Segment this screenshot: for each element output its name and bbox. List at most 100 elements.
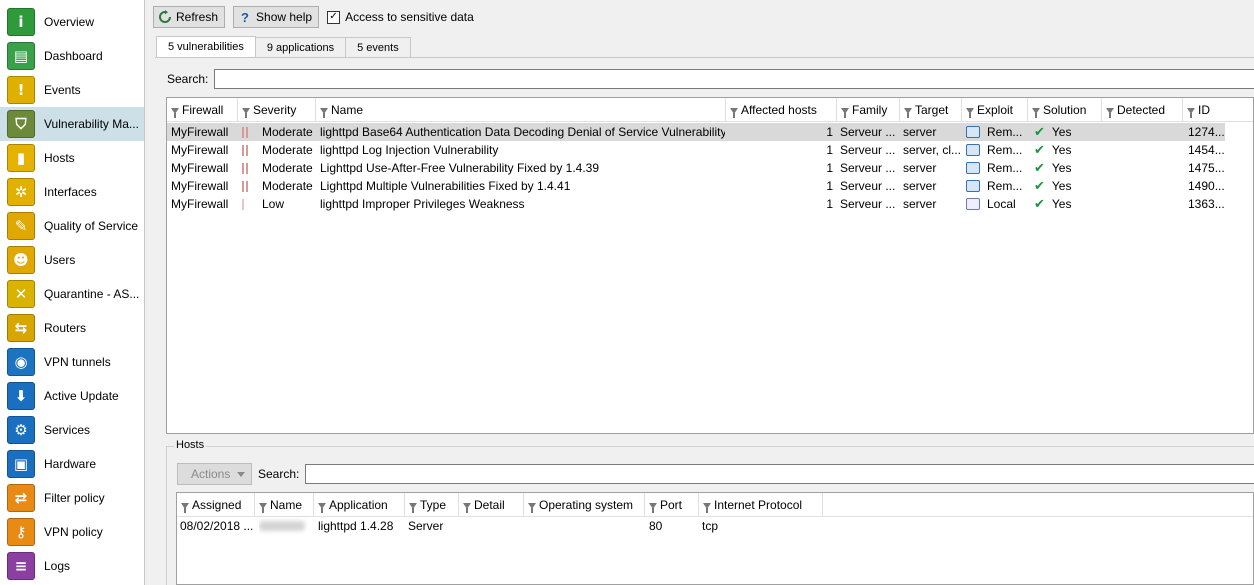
column-header[interactable]: Type — [405, 493, 459, 517]
filter-icon[interactable] — [409, 503, 417, 513]
sidebar-item-label: Hosts — [44, 151, 75, 165]
filter-icon[interactable] — [181, 503, 189, 513]
table-row[interactable]: MyFirewall Moderate Lighttpd Use-After-Fre… — [167, 159, 1225, 177]
sensitive-data-toggle[interactable]: ✓ Access to sensitive data — [327, 10, 474, 24]
sidebar-item[interactable]: ✎ Quality of Service — [0, 209, 144, 243]
cell-name: lighttpd Base64 Authentication Data Deco… — [320, 123, 725, 141]
column-header[interactable]: Family — [837, 98, 900, 122]
filter-icon[interactable] — [1106, 108, 1114, 118]
column-header-label: Affected hosts — [741, 103, 817, 117]
sidebar-item[interactable]: ⇆ Routers — [0, 311, 144, 345]
column-header-label: Operating system — [539, 498, 634, 512]
cell-id-text: 1475... — [1188, 161, 1225, 175]
cell-target: server — [903, 159, 961, 177]
sidebar-item[interactable]: ☻ Users — [0, 243, 144, 277]
sidebar-item-label: Logs — [44, 559, 71, 573]
table-row[interactable]: MyFirewall Low lighttpd Improper Privilege… — [167, 195, 1225, 213]
cell-affected-hosts: 1 — [726, 195, 833, 213]
cell-target: server — [903, 195, 961, 213]
column-header[interactable]: Name — [255, 493, 314, 517]
check-icon: ✔ — [1034, 178, 1045, 194]
filter-icon[interactable] — [320, 108, 328, 118]
sidebar-item[interactable]: ⚷ VPN policy — [0, 515, 144, 549]
filter-icon[interactable] — [966, 108, 974, 118]
column-header-label: Exploit — [977, 103, 1014, 117]
filter-icon[interactable] — [904, 108, 912, 118]
actions-button[interactable]: Actions — [177, 463, 252, 485]
sidebar-item[interactable]: ▤ Dashboard — [0, 39, 144, 73]
cell-protocol-text: tcp — [702, 519, 719, 533]
column-header[interactable]: Target — [900, 98, 962, 122]
exploit-icon — [966, 198, 980, 210]
tab-bar: 5 vulnerabilities 9 applications 5 events — [156, 36, 411, 57]
table-row[interactable]: MyFirewall Moderate lighttpd Log Injection… — [167, 141, 1225, 159]
vuln-search-input[interactable] — [214, 69, 1254, 89]
cell-application-text: lighttpd 1.4.28 — [318, 519, 394, 533]
cell-exploit: Rem... — [966, 159, 1026, 177]
column-header[interactable]: Firewall — [167, 98, 238, 122]
column-header[interactable]: Name — [316, 98, 726, 122]
filter-icon[interactable] — [463, 503, 471, 513]
sidebar-item[interactable]: ⇄ Filter policy — [0, 481, 144, 515]
filter-icon[interactable] — [242, 108, 250, 118]
column-header[interactable]: Severity — [238, 98, 316, 122]
hosts-grid-header: Assigned Name Application Type Detail Operati… — [177, 493, 1253, 517]
sidebar-item[interactable]: ✕ Quarantine - AS... — [0, 277, 144, 311]
toolbar: Refresh ? Show help ✓ Access to sensitiv… — [148, 5, 474, 29]
exploit-icon — [966, 180, 980, 192]
sidebar-item[interactable]: ✲ Interfaces — [0, 175, 144, 209]
filter-icon[interactable] — [730, 108, 738, 118]
table-row[interactable]: MyFirewall Moderate Lighttpd Multiple Vuln… — [167, 177, 1225, 195]
users-icon: ☻ — [7, 246, 35, 274]
cell-protocol: tcp — [702, 517, 822, 535]
column-header[interactable]: Operating system — [524, 493, 645, 517]
sidebar-item[interactable]: ⬇ Active Update — [0, 379, 144, 413]
column-header[interactable]: Solution — [1028, 98, 1102, 122]
cell-firewall-text: MyFirewall — [171, 197, 229, 211]
filter-icon[interactable] — [1187, 108, 1195, 118]
table-row[interactable]: 08/02/2018 ... lighttpd 1.4.28 Server 80 tcp — [177, 517, 1235, 535]
column-header[interactable]: Detected — [1102, 98, 1183, 122]
sidebar-item[interactable]: ⛉ Vulnerability Ma... — [0, 107, 144, 141]
sidebar-item[interactable]: ◉ VPN tunnels — [0, 345, 144, 379]
column-header[interactable]: ID — [1183, 98, 1253, 122]
sidebar-item[interactable]: ⚙ Services — [0, 413, 144, 447]
filter-icon[interactable] — [841, 108, 849, 118]
sidebar-item[interactable]: i Overview — [0, 5, 144, 39]
cell-name-text: lighttpd Base64 Authentication Data Deco… — [320, 125, 725, 139]
sidebar-item[interactable]: ▣ Hardware — [0, 447, 144, 481]
tab-vulnerabilities[interactable]: 5 vulnerabilities — [156, 36, 256, 57]
column-header[interactable]: Port — [645, 493, 699, 517]
sidebar-item[interactable]: ! Events — [0, 73, 144, 107]
filter-icon[interactable] — [649, 503, 657, 513]
filter-icon[interactable] — [1032, 108, 1040, 118]
cell-name: lighttpd Log Injection Vulnerability — [320, 141, 725, 159]
sidebar-item[interactable]: ▮ Hosts — [0, 141, 144, 175]
sensitive-data-checkbox[interactable]: ✓ — [327, 10, 341, 24]
refresh-button[interactable]: Refresh — [153, 6, 226, 28]
hosts-search-input[interactable] — [305, 464, 1254, 484]
filter-icon[interactable] — [528, 503, 536, 513]
column-header[interactable]: Internet Protocol — [699, 493, 823, 517]
tab-events[interactable]: 5 events — [345, 37, 411, 57]
column-header-label: Name — [331, 103, 364, 117]
column-header[interactable]: Exploit — [962, 98, 1028, 122]
tab-applications[interactable]: 9 applications — [254, 37, 347, 57]
cell-target: server — [903, 177, 961, 195]
table-row[interactable]: MyFirewall Moderate lighttpd Base64 Authen… — [167, 123, 1225, 141]
filter-icon[interactable] — [703, 503, 711, 513]
column-header[interactable]: Affected hosts — [726, 98, 837, 122]
interfaces-icon: ✲ — [7, 178, 35, 206]
show-help-button[interactable]: ? Show help — [233, 6, 320, 28]
refresh-icon — [158, 10, 172, 24]
sidebar-item[interactable]: ≡ Logs — [0, 549, 144, 583]
filter-icon[interactable] — [259, 503, 267, 513]
sidebar-item-label: VPN policy — [44, 525, 103, 539]
column-header[interactable]: Assigned — [177, 493, 255, 517]
column-header[interactable]: Detail — [459, 493, 524, 517]
filter-icon[interactable] — [171, 108, 179, 118]
filter-icon[interactable] — [318, 503, 326, 513]
cell-id: 1454... — [1188, 141, 1226, 159]
cell-type: Server — [408, 517, 458, 535]
column-header[interactable]: Application — [314, 493, 405, 517]
